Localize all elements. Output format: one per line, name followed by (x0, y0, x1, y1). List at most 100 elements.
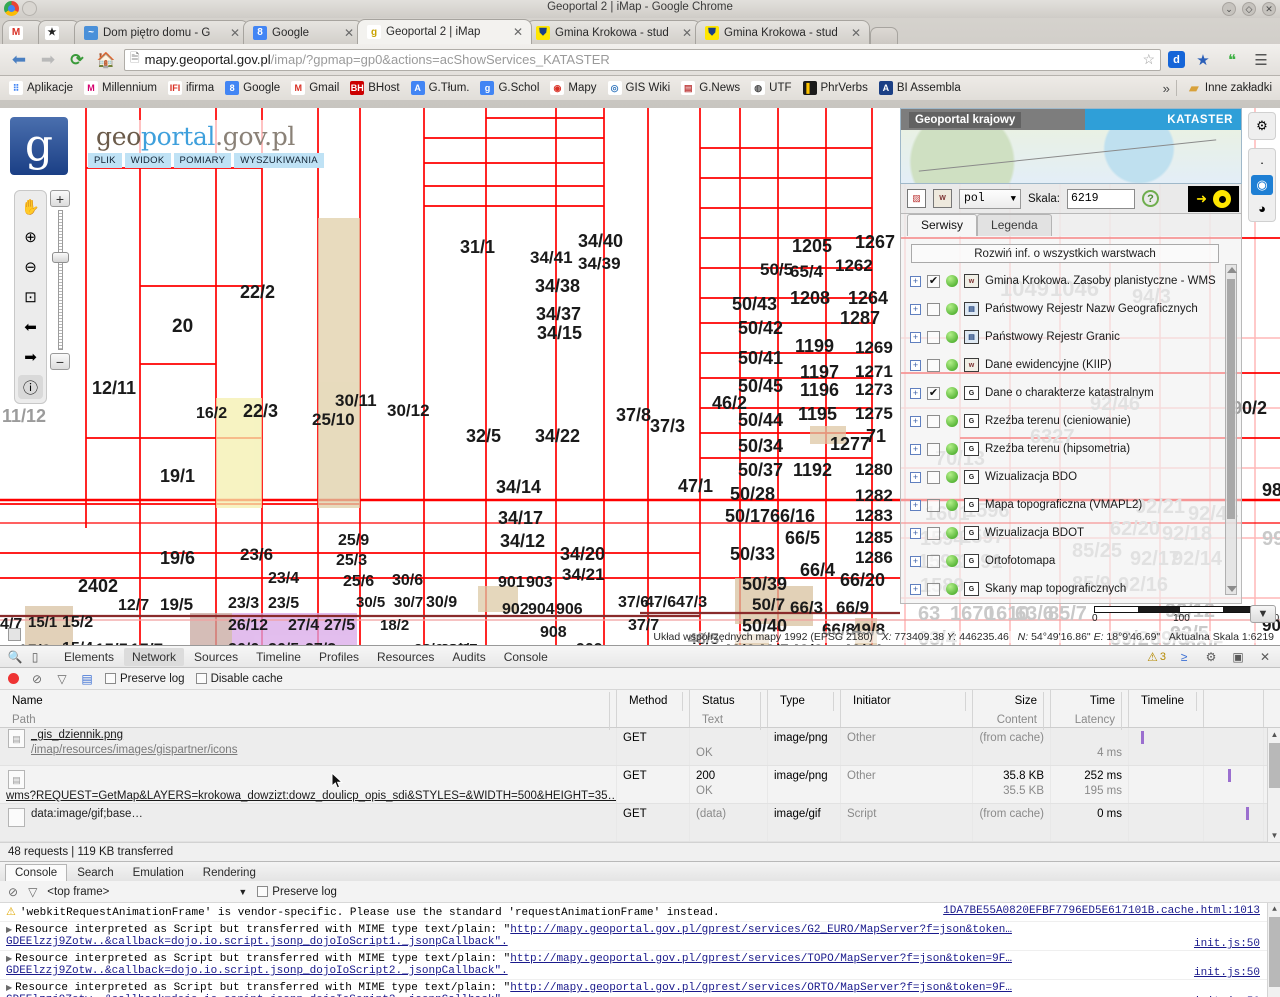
layer-visibility-checkbox[interactable] (927, 330, 940, 344)
devtools-tabs[interactable]: Elements Network Sources Timeline Profiles Re… (56, 647, 556, 666)
layer-visibility-checkbox[interactable] (927, 414, 940, 428)
layer-row-5[interactable]: + G Rzeźba terenu (cieniowanie) (907, 407, 1235, 435)
eye-visible-icon[interactable]: ◉ (1251, 175, 1273, 195)
devtools-tab-timeline[interactable]: Timeline (248, 648, 309, 666)
bookmark-mapy[interactable]: ◉ Mapy (546, 80, 600, 96)
geoportal-logo-icon[interactable]: g (10, 117, 68, 175)
other-bookmarks-folder[interactable]: ▰ Inne zakładki (1183, 80, 1276, 96)
layer-row-9[interactable]: + G Wizualizacja BDOT (907, 519, 1235, 547)
scroll-down-arrow-icon[interactable] (1227, 586, 1237, 592)
preserve-log-box[interactable] (105, 673, 116, 684)
devtools-tab-network[interactable]: Network (124, 647, 185, 666)
layer-visibility-checkbox[interactable] (927, 470, 940, 484)
layer-visibility-checkbox[interactable] (927, 582, 940, 596)
map-dropdown-toggle[interactable]: ▼ (1250, 605, 1276, 623)
tab-close-icon-5[interactable]: ✕ (682, 26, 692, 40)
network-scroll-down-icon[interactable]: ▼ (1268, 829, 1280, 842)
window-controls[interactable]: ⌄ ◇ ✕ (1222, 2, 1276, 16)
zoom-extent-tool[interactable]: ⊡ (18, 285, 43, 309)
reload-icon[interactable]: ⟳ (66, 49, 88, 71)
layer-row-10[interactable]: + G Ortofotomapa (907, 547, 1235, 575)
layer-row-6[interactable]: + G Rzeźba terenu (hipsometria) (907, 435, 1235, 463)
console-message-link[interactable]: http://mapy.geoportal.gov.pl/gprest/serv… (510, 953, 1012, 965)
layer-visibility-checkbox[interactable]: ✔ (927, 274, 940, 288)
drawer-tab-rendering[interactable]: Rendering (194, 865, 265, 881)
zoom-slider-thumb[interactable] (52, 252, 69, 263)
panel-tab-serwisy[interactable]: Serwisy (907, 214, 978, 236)
request-name[interactable]: wms?REQUEST=GetMap&LAYERS=krokowa_dowziz… (6, 790, 616, 802)
column-header-timeline[interactable]: Timeline (1129, 690, 1204, 727)
layer-row-4[interactable]: + ✔ G Dane o charakterze katastralnym (907, 379, 1235, 407)
map-menu-plik[interactable]: PLIK (88, 153, 122, 168)
browser-tab-2[interactable]: ~ Dom piętro domu - G ✕ (74, 20, 249, 44)
expand-layer-icon[interactable]: + (910, 415, 921, 427)
expand-layer-icon[interactable]: + (910, 471, 921, 483)
layer-visibility-checkbox[interactable] (927, 302, 940, 316)
request-name[interactable]: data:image/gif;base… (31, 808, 143, 820)
overview-map-inset[interactable]: Geoportal krajowy KATASTER (900, 108, 1242, 184)
console-message-source[interactable]: 1DA7BE55A0820EFBF7796ED5E617101B.cache.h… (943, 905, 1260, 917)
console-message-link[interactable]: http://mapy.geoportal.gov.pl/gprest/serv… (510, 982, 1012, 994)
console-scrollbar[interactable]: ▲ ▼ (1267, 903, 1280, 997)
tab-close-icon-2[interactable]: ✕ (230, 26, 240, 40)
clear-console-icon[interactable]: ⊘ (8, 885, 18, 899)
geoportal-menu-bar[interactable]: PLIK WIDOK POMIARY WYSZUKIWANIA (88, 153, 324, 168)
layer-list-container[interactable]: Rozwiń inf. o wszystkich warstwach + ✔ w Gm… (900, 236, 1242, 604)
map-menu-pomiary[interactable]: POMIARY (173, 153, 232, 168)
bookmark-g-news[interactable]: ▤ G.News (677, 80, 744, 96)
column-header-method[interactable]: Method (617, 690, 690, 727)
bookmark-gis-wiki[interactable]: ◎ GIS Wiki (604, 80, 675, 96)
console-preserve-log-checkbox[interactable]: Preserve log (257, 886, 337, 898)
request-name[interactable]: _gis_dziennik.png (31, 729, 123, 741)
pan-hand-tool[interactable]: ✋ (18, 195, 43, 219)
collapse-arrow-icon[interactable]: ➜ (1196, 191, 1207, 207)
next-view-tool[interactable]: ➡ (18, 345, 43, 369)
maximize-button[interactable]: ◇ (1242, 2, 1256, 16)
layer-scroll-thumb[interactable] (1227, 279, 1235, 519)
console-message[interactable]: ▶ Resource interpreted as Script but tran… (0, 980, 1280, 997)
expand-layer-icon[interactable]: + (910, 499, 921, 511)
back-arrow-icon[interactable]: ⬅ (8, 49, 30, 71)
layer-row-8[interactable]: + G Mapa topograficzna (VMAPL2) (907, 491, 1235, 519)
network-table-header[interactable]: Name Path Method Status Text Type Initiator Siz… (0, 690, 1280, 730)
expand-layer-icon[interactable]: + (910, 303, 921, 315)
console-message[interactable]: ⚠'webkitRequestAnimationFrame' is vendor… (0, 903, 1280, 922)
zoom-slider[interactable]: + − (50, 190, 72, 370)
devtools-tab-console[interactable]: Console (496, 648, 556, 666)
bookmark-star-icon[interactable]: ☆ (1142, 51, 1155, 68)
console-message[interactable]: ▶ Resource interpreted as Script but tran… (0, 922, 1280, 951)
eye-hidden-icon[interactable]: ◕ (1251, 198, 1273, 218)
layer-row-1[interactable]: + ▤ Państwowy Rejestr Nazw Geograficznych (907, 295, 1235, 323)
bookmark-bhost[interactable]: BH BHost (346, 80, 403, 96)
view-mode-icon[interactable]: ▤ (80, 672, 94, 686)
expand-all-layers-button[interactable]: Rozwiń inf. o wszystkich warstwach (911, 244, 1219, 263)
expand-layer-icon[interactable]: + (910, 583, 921, 595)
zoom-out-button[interactable]: − (50, 353, 70, 370)
drawer-tab-emulation[interactable]: Emulation (124, 865, 193, 881)
close-button[interactable]: ✕ (1262, 2, 1276, 16)
zoom-in-tool[interactable]: ⊕ (18, 225, 43, 249)
extension-star-icon[interactable]: ★ (1192, 49, 1214, 71)
console-preserve-log-box[interactable] (257, 886, 269, 897)
layer-list-scrollbar[interactable] (1225, 264, 1237, 595)
minimize-button[interactable]: ⌄ (1222, 2, 1236, 16)
request-path[interactable]: /imap/resources/images/gispartner/icons (31, 744, 237, 756)
browser-tab-4[interactable]: g Geoportal 2 | iMap ✕ (357, 19, 532, 44)
drawer-tab-search[interactable]: Search (68, 865, 122, 881)
zoom-out-tool[interactable]: ⊖ (18, 255, 43, 279)
column-header-size[interactable]: Size Content (973, 690, 1051, 730)
drawer-tabs[interactable]: Console Search Emulation Rendering (0, 862, 1280, 881)
inset-minimap[interactable] (901, 130, 1241, 183)
layer-visibility-checkbox[interactable] (927, 498, 940, 512)
filter-icon[interactable]: ▽ (55, 672, 69, 686)
scroll-up-arrow-icon[interactable] (1227, 267, 1237, 273)
devtools-tab-resources[interactable]: Resources (369, 648, 442, 666)
cell-name[interactable]: ▤ _gis_dziennik.png/imap/resources/images… (0, 728, 617, 765)
column-header-type[interactable]: Type (768, 690, 841, 727)
preserve-log-checkbox[interactable]: Preserve log (105, 673, 185, 685)
layer-visibility-checkbox[interactable]: ✔ (927, 386, 940, 400)
panel-visibility-toggle[interactable]: ➜ (1188, 186, 1239, 212)
bookmark-utf[interactable]: ◍ UTF (747, 80, 795, 96)
panel-tab-legenda[interactable]: Legenda (977, 214, 1052, 236)
address-bar[interactable]: 🗎 mapy.geoportal.gov.pl/imap/?gpmap=gp0&… (124, 48, 1161, 71)
